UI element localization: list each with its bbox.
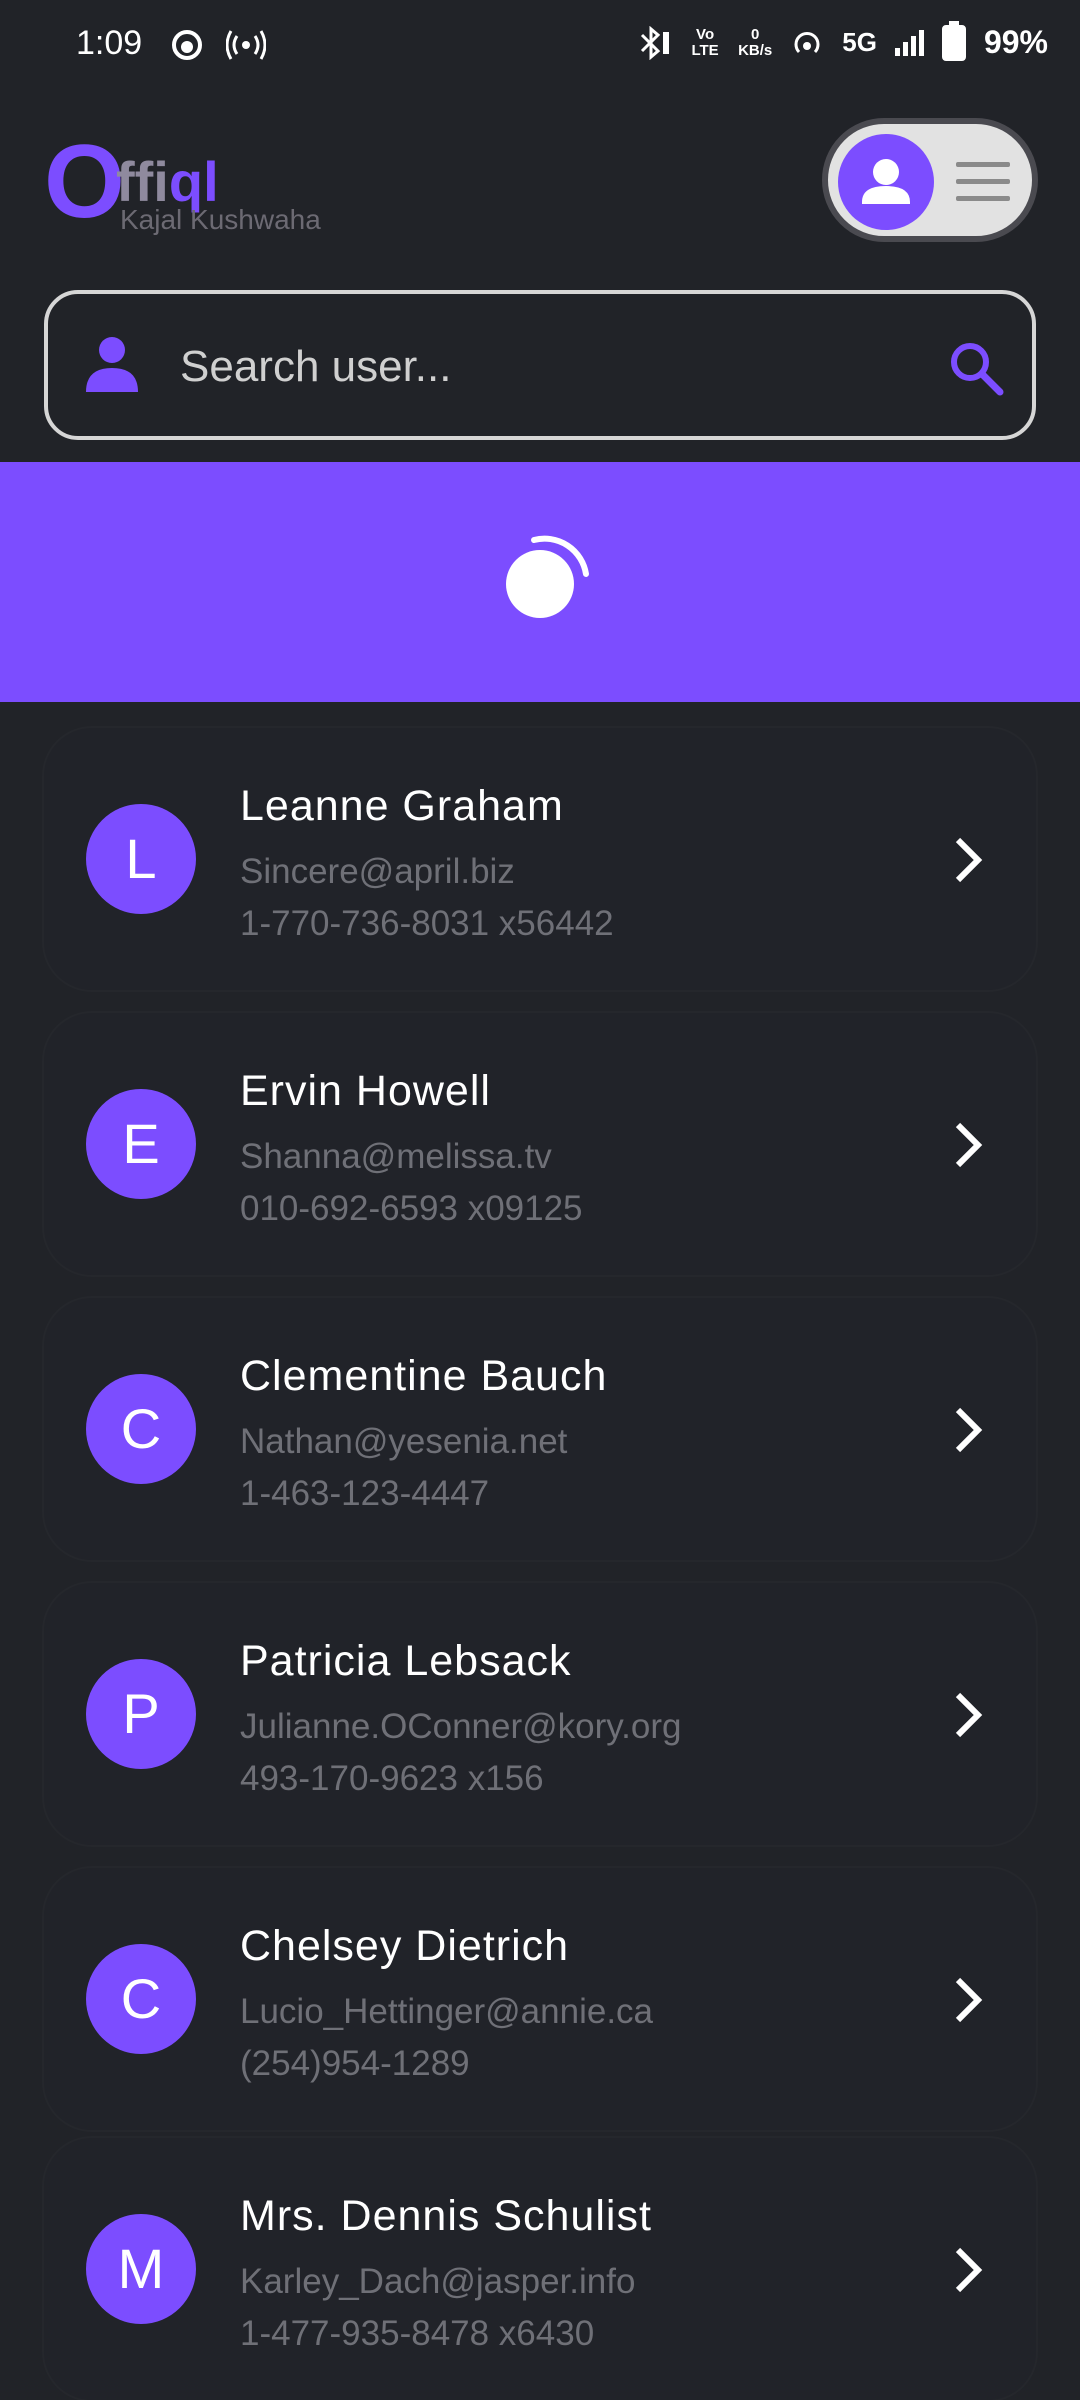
network-type: 5G — [842, 27, 877, 57]
battery-percentage: 99% — [983, 24, 1048, 60]
logo-text: ffiql — [116, 152, 219, 212]
signal-icon — [894, 29, 924, 56]
user-name: Ervin Howell — [240, 1067, 491, 1115]
network-speed-unit: KB/s — [738, 41, 773, 59]
hotspot-signal-icon — [226, 30, 266, 60]
user-avatar: L — [86, 804, 196, 914]
user-card[interactable]: L Leanne Graham Sincere@april.biz 1-770-… — [44, 728, 1036, 990]
chevron-right-icon[interactable] — [948, 1687, 988, 1743]
user-card[interactable]: C Chelsey Dietrich Lucio_Hettinger@annie… — [44, 1868, 1036, 2130]
profile-avatar[interactable] — [838, 134, 934, 230]
hotspot-icon — [794, 31, 820, 53]
status-bar: 1:09 Vo LTE 0 KB/s 5G 99% — [0, 0, 1080, 96]
user-name: Patricia Lebsack — [240, 1637, 572, 1685]
user-phone: 493-170-9623 x156 — [240, 1759, 544, 1798]
user-avatar: C — [86, 1374, 196, 1484]
network-speed: 0 KB/s — [738, 25, 773, 59]
status-left-icons — [170, 28, 266, 62]
search-input[interactable] — [178, 334, 942, 400]
network-speed-value: 0 — [751, 25, 760, 43]
user-email: Sincere@april.biz — [240, 852, 515, 891]
user-email: Julianne.OConner@kory.org — [240, 1707, 682, 1746]
user-email: Lucio_Hettinger@annie.ca — [240, 1992, 654, 2031]
user-name: Clementine Bauch — [240, 1352, 608, 1400]
chevron-right-icon[interactable] — [948, 1402, 988, 1458]
chevron-right-icon[interactable] — [948, 1117, 988, 1173]
logo-letter: O — [44, 124, 125, 240]
user-avatar: P — [86, 1659, 196, 1769]
user-name: Leanne Graham — [240, 782, 564, 830]
user-email: Nathan@yesenia.net — [240, 1422, 568, 1461]
battery-icon — [941, 20, 966, 61]
search-bar[interactable] — [44, 290, 1036, 440]
user-card[interactable]: M Mrs. Dennis Schulist Karley_Dach@jaspe… — [44, 2138, 1036, 2400]
user-name: Mrs. Dennis Schulist — [240, 2192, 652, 2240]
search-icon[interactable] — [946, 338, 1006, 398]
volte-indicator: Vo LTE — [691, 25, 719, 59]
loading-spinner-icon — [506, 535, 589, 618]
user-phone: 1-463-123-4447 — [240, 1474, 490, 1513]
bluetooth-icon — [641, 25, 670, 60]
user-icon — [86, 337, 138, 392]
person-icon — [862, 159, 910, 204]
chevron-right-icon[interactable] — [948, 832, 988, 888]
user-card[interactable]: C Clementine Bauch Nathan@yesenia.net 1-… — [44, 1298, 1036, 1560]
status-time: 1:09 — [76, 24, 143, 62]
user-card[interactable]: E Ervin Howell Shanna@melissa.tv 010-692… — [44, 1013, 1036, 1275]
user-name: Chelsey Dietrich — [240, 1922, 570, 1970]
user-card[interactable]: P Patricia Lebsack Julianne.OConner@kory… — [44, 1583, 1036, 1845]
user-email: Shanna@melissa.tv — [240, 1137, 552, 1176]
hamburger-menu-icon[interactable] — [956, 162, 1010, 213]
user-phone: (254)954-1289 — [240, 2044, 470, 2083]
user-phone: 1-770-736-8031 x56442 — [240, 904, 614, 943]
loading-banner — [0, 462, 1080, 702]
profile-menu-toggle[interactable] — [822, 118, 1038, 242]
user-email: Karley_Dach@jasper.info — [240, 2262, 636, 2301]
chevron-right-icon[interactable] — [948, 2242, 988, 2298]
notification-app-icon — [172, 30, 202, 60]
user-phone: 1-477-935-8478 x6430 — [240, 2314, 595, 2353]
user-avatar: C — [86, 1944, 196, 2054]
chevron-right-icon[interactable] — [948, 1972, 988, 2028]
logged-in-user-name: Kajal Kushwaha — [120, 204, 321, 235]
status-right-icons: Vo LTE 0 KB/s 5G 99% — [636, 20, 1048, 61]
user-phone: 010-692-6593 x09125 — [240, 1189, 583, 1228]
user-avatar: M — [86, 2214, 196, 2324]
user-avatar: E — [86, 1089, 196, 1199]
